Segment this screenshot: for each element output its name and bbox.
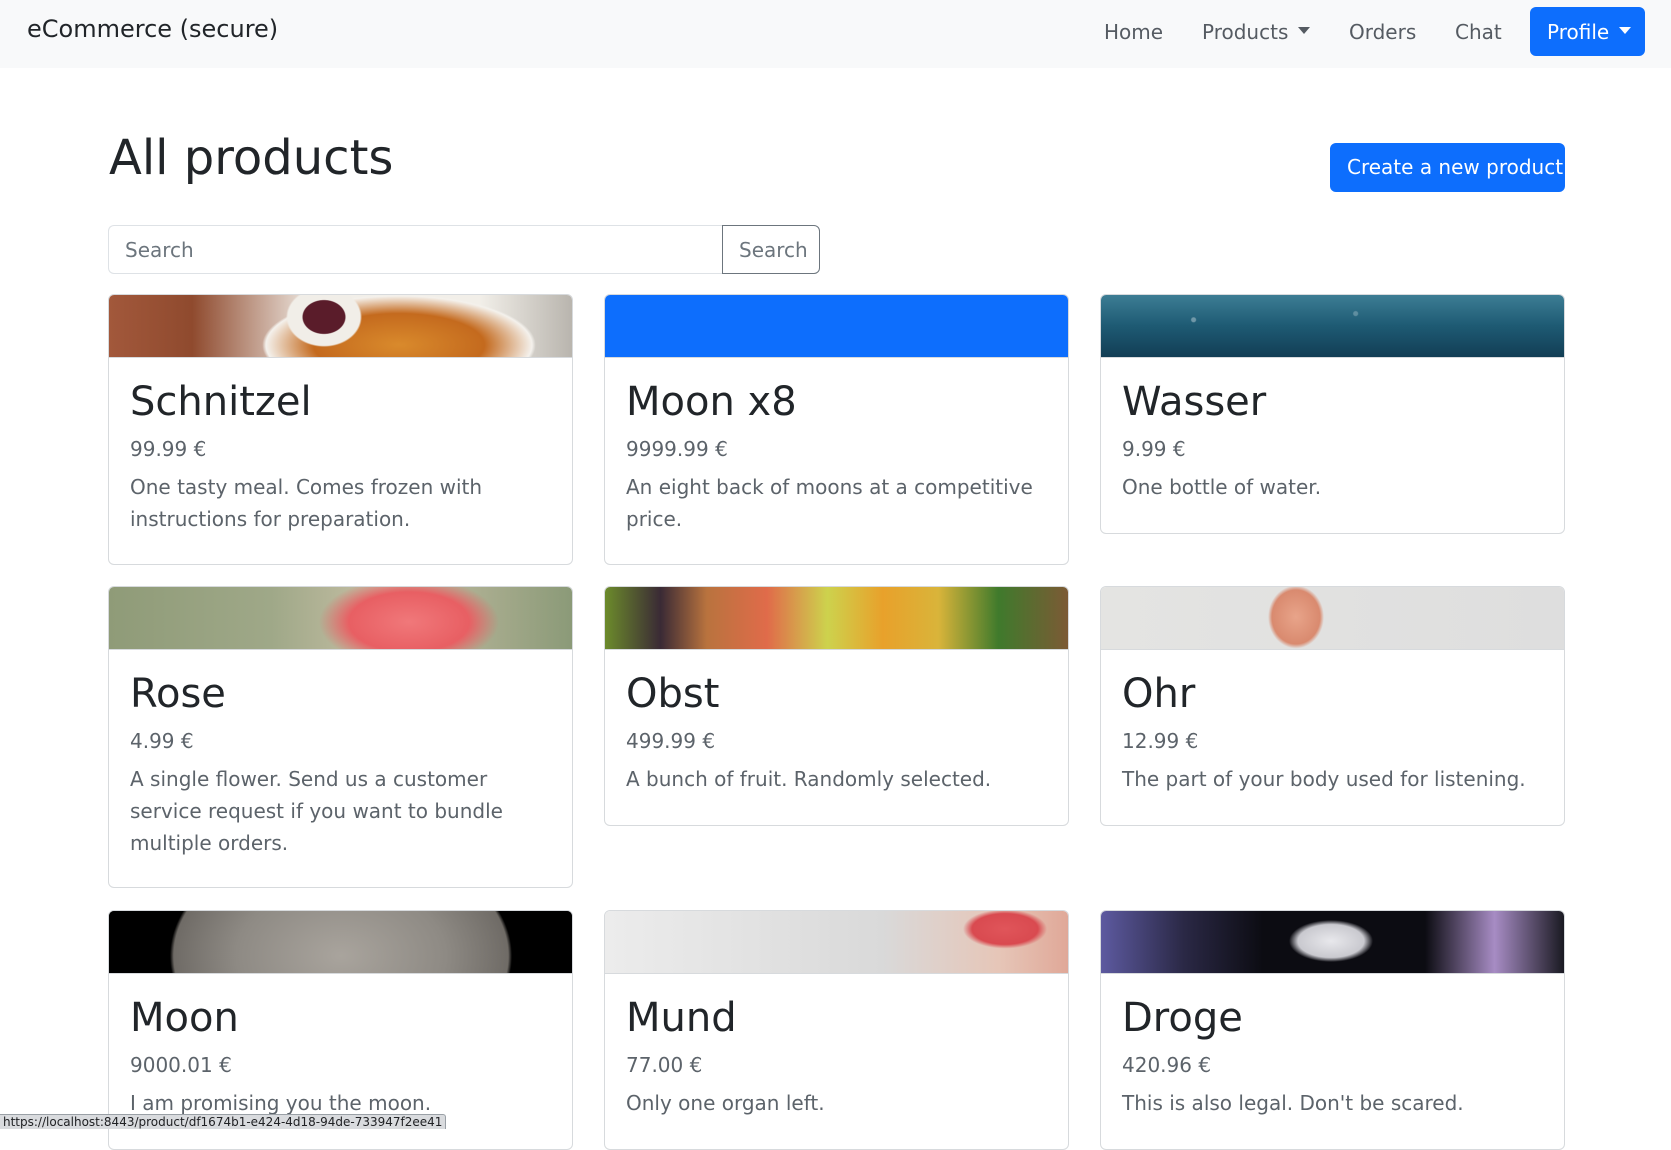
profile-dropdown-button[interactable]: Profile [1530,7,1645,56]
product-description: The part of your body used for listening… [1122,767,1526,791]
product-name: Schnitzel [130,379,312,425]
nav-orders-link[interactable]: Orders [1349,20,1416,44]
product-image-moon [109,911,572,974]
product-card[interactable]: Moon x8 9999.99 € An eight back of moons… [604,294,1069,565]
nav-products-dropdown[interactable]: Products [1202,20,1311,44]
product-card[interactable]: Schnitzel 99.99 € One tasty meal. Comes … [108,294,573,565]
product-description: An eight back of moons at a competitive … [626,475,1033,531]
product-image-wasser [1101,295,1564,358]
product-image-schnitzel [109,295,572,358]
nav-home-link[interactable]: Home [1104,20,1163,44]
product-description: Only one organ left. [626,1091,825,1115]
product-card[interactable]: Ohr 12.99 € The part of your body used f… [1100,586,1565,826]
product-card[interactable]: Rose 4.99 € A single flower. Send us a c… [108,586,573,888]
product-description: One tasty meal. Comes frozen with instru… [130,475,483,531]
product-price: 420.96 € [1122,1053,1212,1077]
page-title: All products [109,130,394,186]
product-image-droge [1101,911,1564,974]
product-price: 4.99 € [130,729,194,753]
nav-products-label: Products [1202,20,1289,44]
create-product-button[interactable]: Create a new product [1330,143,1565,192]
product-name: Droge [1122,995,1243,1041]
product-card[interactable]: Mund 77.00 € Only one organ left. [604,910,1069,1150]
product-image-obst [605,587,1068,650]
link-preview-status-bar: https://localhost:8443/product/df1674b1-… [0,1114,447,1129]
product-price: 77.00 € [626,1053,703,1077]
product-name: Ohr [1122,671,1196,717]
profile-label: Profile [1547,20,1610,44]
product-image-rose [109,587,572,650]
product-image-ohr [1101,587,1564,650]
product-name: Mund [626,995,737,1041]
product-price: 9.99 € [1122,437,1186,461]
search-button[interactable]: Search [722,225,820,274]
product-name: Moon x8 [626,379,797,425]
product-name: Wasser [1122,379,1267,425]
product-name: Obst [626,671,720,717]
product-price: 99.99 € [130,437,207,461]
nav-chat-link[interactable]: Chat [1455,20,1502,44]
product-price: 9000.01 € [130,1053,232,1077]
product-price: 499.99 € [626,729,716,753]
chevron-down-icon [1619,27,1632,34]
product-name: Rose [130,671,226,717]
product-description: This is also legal. Don't be scared. [1122,1091,1464,1115]
brand-link[interactable]: eCommerce (secure) [27,15,278,43]
product-name: Moon [130,995,239,1041]
product-price: 9999.99 € [626,437,728,461]
product-card[interactable]: Wasser 9.99 € One bottle of water. [1100,294,1565,534]
navbar: eCommerce (secure) Home Products Orders … [0,0,1671,68]
product-description: A single flower. Send us a customer serv… [130,767,503,855]
product-card[interactable]: Droge 420.96 € This is also legal. Don't… [1100,910,1565,1150]
product-description: One bottle of water. [1122,475,1322,499]
product-description: A bunch of fruit. Randomly selected. [626,767,992,791]
product-image-mund [605,911,1068,974]
product-price: 12.99 € [1122,729,1199,753]
search-input[interactable]: Search [108,225,724,274]
product-image-moon-x8 [605,295,1068,358]
chevron-down-icon [1298,27,1311,34]
product-card[interactable]: Obst 499.99 € A bunch of fruit. Randomly… [604,586,1069,826]
